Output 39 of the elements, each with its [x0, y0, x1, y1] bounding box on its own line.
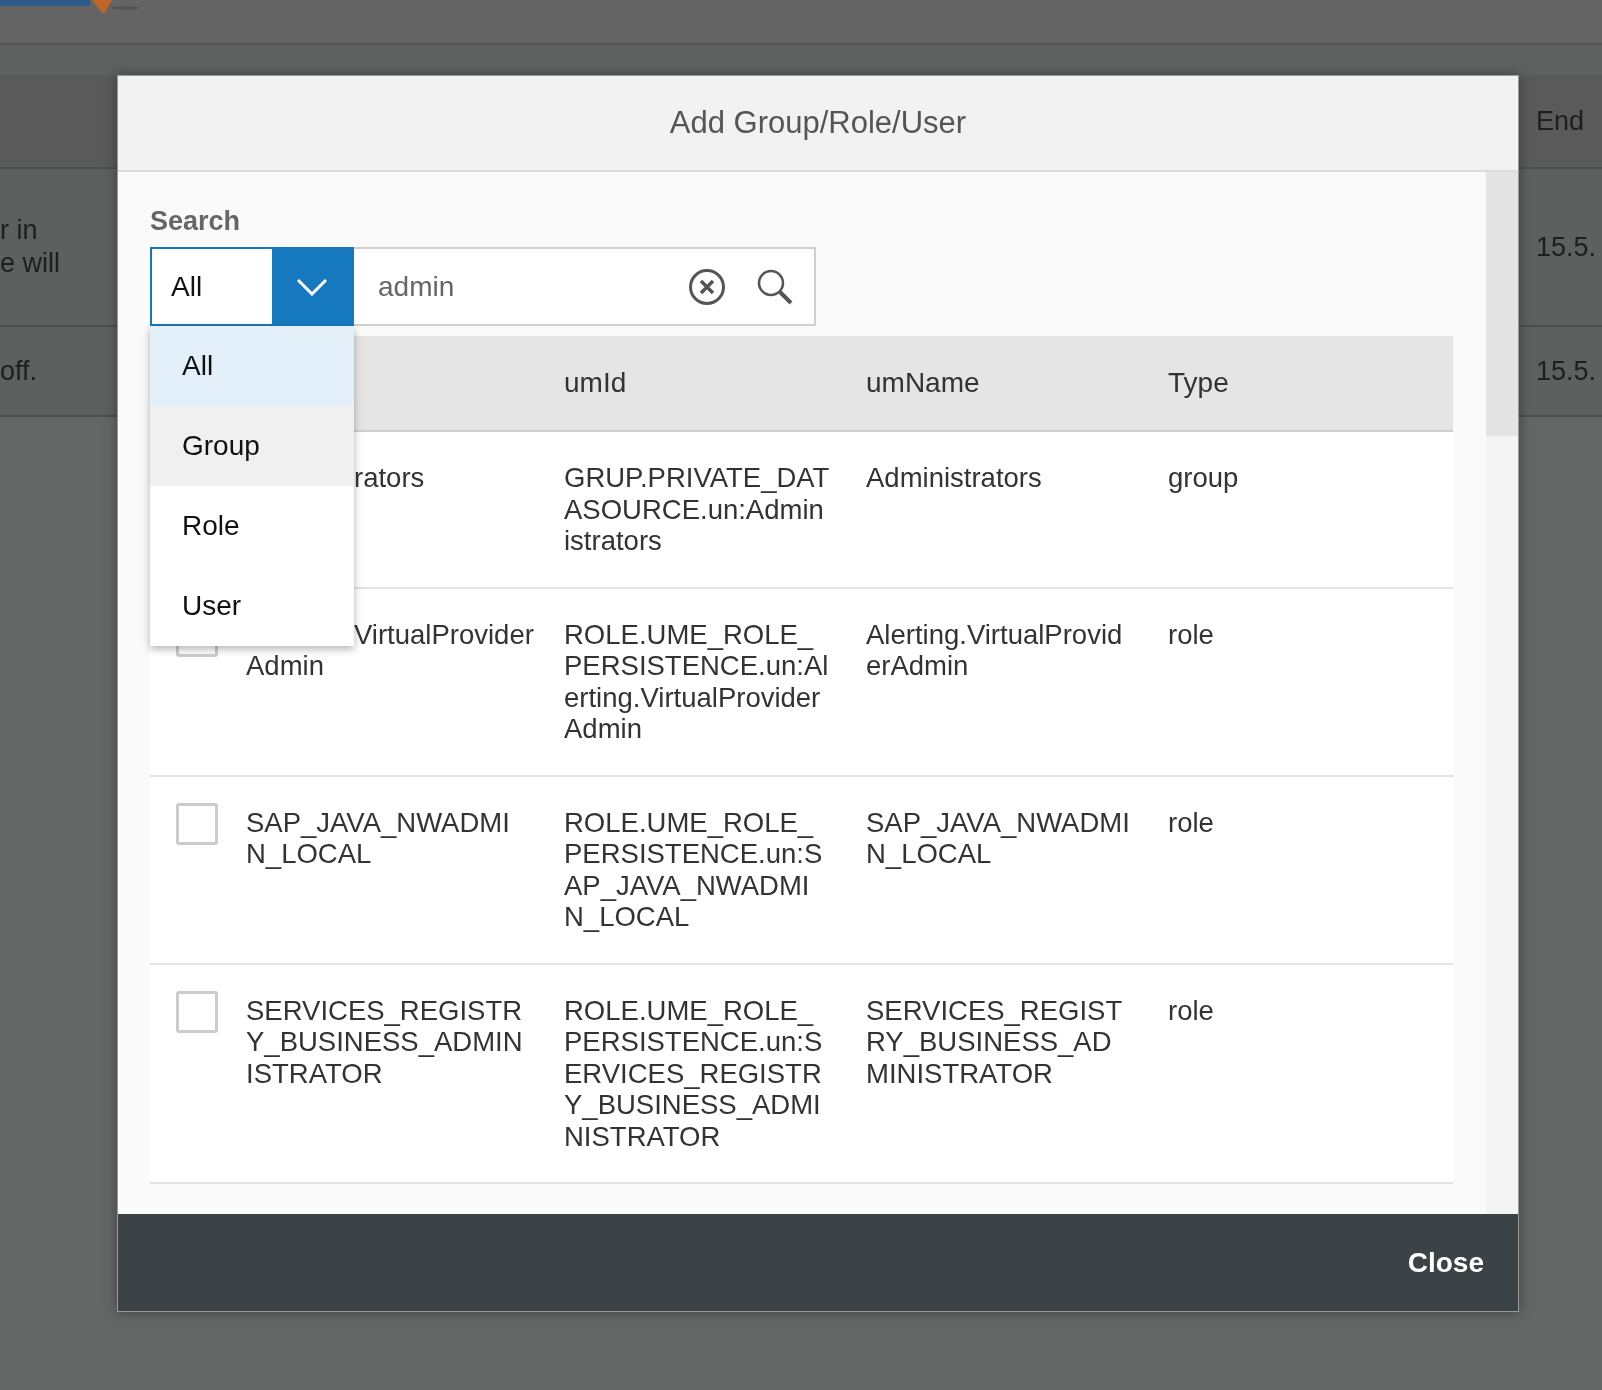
cell-text: e will	[0, 247, 60, 280]
column-header: Type	[1168, 336, 1453, 432]
table-cell-text: SERVICES_REGISTR Y_BUSINESS_ADMIN ISTRATOR	[246, 994, 524, 1089]
chevron-down-icon	[296, 277, 328, 296]
column-header: umId	[564, 336, 866, 432]
search-icon[interactable]	[756, 267, 794, 306]
date-cell-text: 15.5.	[1536, 355, 1598, 387]
menu-option[interactable]: Role	[150, 486, 354, 566]
table-cell-text: ROLE.UME_ROLE_ PERSISTENCE.un:S AP_JAVA_NWADMI N_LOCAL	[564, 806, 824, 933]
table-cell-text: Administrators	[866, 462, 1043, 494]
checkbox[interactable]	[176, 802, 218, 845]
table-cell: group	[1168, 462, 1239, 493]
table-cell-text: SAP_JAVA_NWADMI N_LOCAL	[866, 806, 1131, 870]
cell-text: off.	[0, 354, 38, 388]
scrollbar[interactable]	[1486, 172, 1518, 1214]
table-cell: role	[1168, 806, 1214, 838]
table-cell-text: rators	[353, 462, 426, 494]
menu-option[interactable]: All	[150, 326, 354, 406]
menu-option[interactable]: User	[150, 566, 354, 646]
search-field[interactable]: admin	[354, 247, 816, 326]
table-cell-text: ROLE.UME_ROLE_ PERSISTENCE.un:Al erting.VirtualProvider Admin	[564, 618, 830, 745]
table-cell-text: SERVICES_REGIST RY_BUSINESS_AD MINISTRATOR	[866, 994, 1124, 1089]
clear-icon[interactable]	[688, 267, 726, 306]
table-cell-text: SAP_JAVA_NWADMI N_LOCAL	[246, 806, 511, 870]
column-header: umName	[866, 336, 1168, 432]
table-cell-text: Alerting.VirtualProvid erAdmin	[866, 618, 1124, 682]
search-label: Search	[150, 206, 242, 237]
checkbox[interactable]	[176, 990, 218, 1033]
column-header: End	[1536, 105, 1586, 137]
table-cell: role	[1168, 618, 1214, 650]
scope-select[interactable]: All	[150, 247, 354, 326]
table-cell-text: GRUP.PRIVATE_DAT ASOURCE.un:Admin istrators	[564, 462, 831, 557]
dialog-title: Add Group/Role/User	[669, 105, 967, 141]
cell-text: r in	[0, 214, 39, 247]
menu-option[interactable]: Group	[150, 406, 354, 486]
table-cell-text: ROLE.UME_ROLE_ PERSISTENCE.un:S ERVICES_REGISTR Y_BUSINESS_ADMI NISTRATOR	[564, 994, 824, 1152]
table-cell: role	[1168, 994, 1214, 1026]
close-button[interactable]: Close	[1407, 1240, 1484, 1285]
date-cell-text: 15.5.	[1536, 231, 1598, 263]
